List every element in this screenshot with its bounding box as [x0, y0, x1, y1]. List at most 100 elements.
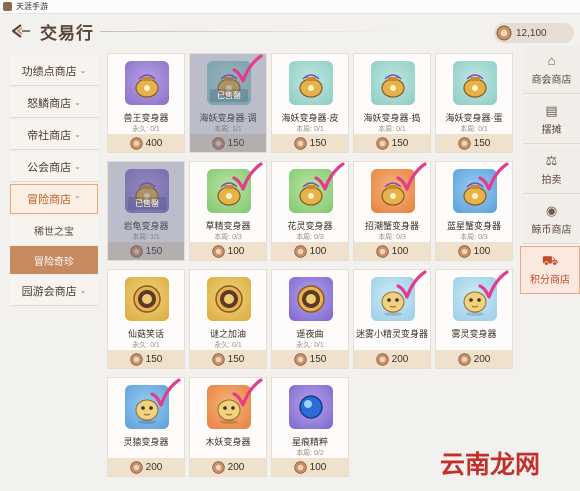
sidebar-item-carnival-shop[interactable]: 园游会商店 ⌄ [10, 276, 98, 306]
shop-item-card[interactable]: 海妖变身器·蛋 本周: 0/1 150 [435, 53, 513, 153]
sidebar-subitem-label: 冒险奇珍 [34, 256, 74, 268]
shop-item-card[interactable]: 草精变身器 本周: 0/3 100 [189, 161, 267, 261]
pouch-icon [371, 61, 415, 105]
item-purchase-limit: 本周: 1/1 [132, 234, 160, 241]
shop-item-card[interactable]: 遥夜曲 永久: 0/1 150 [271, 269, 349, 369]
sidebar-item-adventure-shop[interactable]: 冒险商店 ⌃ [10, 184, 98, 214]
pouch-icon [289, 61, 333, 105]
item-price-bar: 150 [108, 242, 184, 260]
item-price: 200 [391, 353, 409, 365]
item-price-bar: 150 [108, 350, 184, 368]
item-name: 海妖变身器·捣 [363, 113, 421, 123]
item-name: 迷雾小精灵变身器 [355, 329, 428, 339]
sidebar-item-emperor-shop[interactable]: 帝社商店 ⌄ [10, 120, 98, 150]
item-price-bar: 100 [272, 242, 348, 260]
item-name: 雾灵变身器 [451, 329, 497, 339]
chevron-down-icon: ⌄ [74, 98, 81, 107]
item-name: 星痕精粹 [291, 437, 328, 447]
shop-item-card[interactable]: 木妖变身器 200 [189, 377, 267, 477]
shop-item-card[interactable]: 迷雾小精灵变身器 200 [353, 269, 431, 369]
item-name: 谜之加油 [209, 329, 246, 339]
rail-tab-label: 拍卖 [541, 174, 562, 186]
shop-item-card[interactable]: 蓝星蟹变身器 本周: 0/3 100 [435, 161, 513, 261]
rail-tab-stall[interactable]: ▤ 摆摊 [523, 96, 580, 144]
item-purchase-limit: 本周: 0/3 [378, 234, 406, 241]
shop-item-card[interactable]: 谜之加油永久: 0/1 150 [189, 269, 267, 369]
page-title: 交易行 [40, 23, 94, 43]
item-name: 草精变身器 [205, 221, 251, 231]
item-purchase-limit: 本周: 0/2 [296, 450, 324, 457]
sidebar-subitem-rare-treasure[interactable]: 稀世之宝 [10, 216, 98, 244]
shop-item-card[interactable]: 花灵变身器 本周: 0/3 100 [271, 161, 349, 261]
sidebar-item-merit-shop[interactable]: 功绩点商店 ⌄ [10, 56, 98, 86]
medal-icon [289, 277, 333, 321]
shop-item-card[interactable]: 招潮蟹变身器 本周: 0/3 100 [353, 161, 431, 261]
shop-item-card[interactable]: 海妖变身器·皮 本周: 0/1 150 [271, 53, 349, 153]
pouch-icon [125, 61, 169, 105]
sidebar-item-guild-shop[interactable]: 公会商店 ⌄ [10, 152, 98, 182]
shop-item-card[interactable]: 海妖变身器·调 本周: 1/1 150 已售罄 [189, 53, 267, 153]
back-button[interactable] [6, 16, 36, 46]
item-price-bar: 100 [190, 242, 266, 260]
item-price: 100 [391, 245, 409, 257]
creature-icon [207, 385, 251, 429]
cart-icon: ⛟ [541, 253, 559, 268]
app-icon [3, 2, 12, 11]
item-name: 蓝星蟹变身器 [446, 221, 501, 231]
shop-item-card[interactable]: 海妖变身器·捣 本周: 0/1 150 [353, 53, 431, 153]
shop-item-card[interactable]: 岩龟变身器 本周: 1/1 150 已售罄 [107, 161, 185, 261]
item-name: 木妖变身器 [205, 437, 251, 447]
points-coin-icon [375, 352, 389, 366]
rail-tab-points-store[interactable]: ⛟ 积分商店 [520, 246, 580, 294]
rail-tab-guild-store[interactable]: ⌂ 商会商店 [523, 46, 580, 94]
item-price-bar: 200 [436, 350, 512, 368]
stall-icon: ▤ [545, 102, 558, 118]
shop-item-card[interactable]: 灵猿变身器 200 [107, 377, 185, 477]
creature-icon [371, 277, 415, 321]
sidebar-subitem-adventure-rarities[interactable]: 冒险奇珍 [10, 246, 98, 274]
gem-icon [289, 385, 333, 429]
item-price-bar: 400 [108, 134, 184, 152]
back-arrow-icon [11, 24, 30, 38]
trade-rail: ⌂ 商会商店 ▤ 摆摊 ⚖ 拍卖 ◉ 鲸币商店 ⛟ 积分商店 [520, 46, 580, 296]
chevron-up-icon: ⌃ [74, 194, 81, 204]
points-coin-icon [375, 136, 389, 150]
sidebar-item-rage-scale-shop[interactable]: 怒鳞商店 ⌄ [10, 88, 98, 118]
item-price-bar: 150 [190, 350, 266, 368]
shop-item-card[interactable]: 星痕精粹本周: 0/2 100 [271, 377, 349, 477]
rail-tab-label: 商会商店 [531, 74, 572, 86]
creature-icon [453, 277, 497, 321]
shop-item-grid: 兽王变身器 永久: 0/1 400 海妖变身器·调 本周: 1/1 150 已售罄 海妖变身器… [107, 53, 517, 477]
shop-item-card[interactable]: 雾灵变身器 200 [435, 269, 513, 369]
pouch-icon [207, 169, 251, 213]
rail-tab-auction[interactable]: ⚖ 拍卖 [523, 146, 580, 194]
coin-icon: ◉ [545, 202, 558, 218]
rail-tab-whale-coin-store[interactable]: ◉ 鲸币商店 [523, 196, 580, 244]
item-name: 仙菇笑话 [127, 329, 164, 339]
sidebar-item-label: 冒险商店 [27, 194, 72, 206]
points-coin-icon [129, 244, 143, 258]
item-price-bar: 150 [190, 134, 266, 152]
item-purchase-limit: 本周: 0/1 [378, 126, 406, 133]
checkmark-icon [230, 54, 264, 88]
item-purchase-limit: 本周: 0/3 [460, 234, 488, 241]
item-name: 海妖变身器·调 [199, 113, 257, 123]
shop-item-card[interactable]: 兽王变身器 永久: 0/1 400 [107, 53, 185, 153]
points-coin-icon [211, 352, 225, 366]
item-price-bar: 100 [436, 242, 512, 260]
item-purchase-limit: 本周: 0/1 [296, 126, 324, 133]
item-purchase-limit: 永久: 0/1 [214, 342, 242, 349]
points-coin-icon [211, 460, 225, 474]
currency-display: 12,100 [494, 23, 574, 43]
points-coin-icon [211, 136, 225, 150]
item-price: 100 [227, 245, 245, 257]
item-price: 400 [145, 137, 163, 149]
shop-item-card[interactable]: 仙菇笑话 永久: 0/1 150 [107, 269, 185, 369]
item-price-bar: 150 [354, 134, 430, 152]
pouch-icon [453, 61, 497, 105]
gavel-icon: ⚖ [545, 152, 558, 168]
chevron-down-icon: ⌄ [79, 66, 87, 75]
item-price: 100 [309, 245, 327, 257]
item-price: 150 [309, 353, 327, 365]
item-price: 100 [309, 461, 327, 473]
